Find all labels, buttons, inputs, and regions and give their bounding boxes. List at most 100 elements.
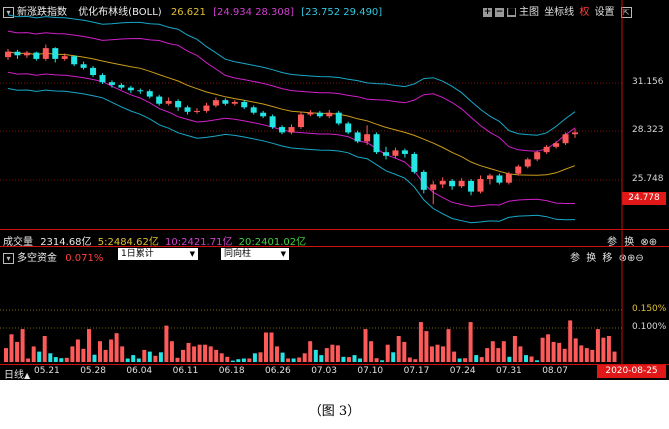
flow-bar [313, 349, 318, 362]
flow-bar [512, 336, 517, 362]
flow-bar [424, 331, 429, 362]
flow-bar [358, 358, 362, 362]
flow-bar [20, 329, 25, 362]
flow-bar [490, 341, 495, 362]
flow-bar [595, 329, 600, 362]
candle-body [241, 101, 248, 108]
stock-chart-window: ▾ 新涨跌指数 优化布林线(BOLL) 26.621 [24.934 28.308… [0, 0, 669, 380]
flow-bar [474, 355, 479, 362]
candle-body [5, 51, 11, 58]
candle-body [477, 179, 484, 192]
flow-bar [529, 356, 534, 362]
flow-bar [142, 349, 147, 362]
candle-body [505, 173, 512, 183]
flow-bar [70, 346, 75, 362]
flow-bar [125, 358, 130, 362]
candle-body [279, 127, 286, 133]
flow-bar [252, 353, 257, 362]
flow-bar [59, 358, 64, 362]
candle-body [146, 91, 153, 97]
flow-bar [612, 351, 617, 362]
candle-body [562, 134, 569, 144]
flow-bar [136, 358, 141, 362]
flow-bar [98, 341, 102, 362]
flow-bar [441, 346, 445, 362]
flow-bar [319, 355, 324, 362]
flow-bar [584, 348, 589, 362]
flow-bar [291, 358, 296, 362]
flow-bar [297, 357, 302, 362]
candle-body [14, 51, 21, 56]
flow-bar [258, 352, 263, 362]
flow-bar [48, 353, 53, 362]
candle-body [52, 48, 59, 59]
flow-bar [463, 358, 468, 362]
candle-body [42, 48, 49, 59]
flow-bar [302, 353, 307, 362]
candle-body [326, 112, 333, 117]
figure-caption: （图 3） [308, 404, 361, 419]
flow-bar [247, 358, 252, 362]
flow-bar [601, 337, 606, 362]
flow-bar [524, 355, 528, 362]
flow-bar [280, 352, 285, 362]
flow-bar [468, 322, 473, 362]
flow-bar [391, 352, 396, 362]
flow-bar [324, 348, 329, 362]
candle-body [392, 150, 399, 156]
flow-bar [53, 357, 58, 362]
candle-body [90, 67, 97, 76]
candle-body [496, 175, 503, 183]
candle-body [420, 171, 427, 190]
flow-bar [413, 359, 418, 362]
flow-bar [485, 348, 490, 362]
candle-body [184, 107, 191, 112]
flow-bar [551, 341, 556, 362]
flow-bar [175, 357, 180, 362]
flow-bar [236, 359, 241, 362]
flow-bar [402, 341, 407, 362]
flow-bar [9, 334, 14, 362]
flow-bar [92, 354, 97, 362]
flow-bar [75, 339, 80, 362]
flow-bar [219, 353, 224, 362]
flow-bar [275, 346, 279, 362]
candle-body [364, 134, 371, 142]
candle-body [203, 105, 210, 111]
flow-bar [496, 348, 501, 362]
flow-bar [407, 357, 412, 362]
candle-body [553, 143, 560, 147]
flow-bar [429, 346, 434, 362]
flow-bar [579, 345, 584, 362]
flow-bar [374, 358, 379, 362]
flow-bar [369, 341, 374, 362]
candle-body [165, 101, 172, 104]
flow-bar [4, 348, 8, 362]
candle-body [307, 112, 314, 115]
flow-bar [546, 334, 551, 362]
flow-bar [286, 358, 291, 362]
candle-body [80, 64, 87, 68]
flow-bar [518, 346, 523, 362]
candle-body [108, 82, 115, 85]
candle-body [449, 180, 456, 187]
candle-body [534, 152, 541, 160]
flow-bar [164, 325, 169, 362]
flow-bar [120, 346, 125, 362]
candle-body [71, 56, 78, 65]
chart-canvas[interactable] [0, 0, 669, 380]
flow-bar [452, 351, 457, 362]
flow-bar [446, 329, 451, 362]
candle-body [194, 110, 200, 112]
flow-bar [435, 344, 440, 362]
candle-body [373, 134, 380, 153]
candle-body [23, 52, 30, 56]
candle-body [231, 101, 238, 104]
flow-bar [507, 356, 512, 362]
flow-bar [147, 351, 152, 362]
flow-bar [15, 341, 20, 362]
flow-bar [573, 338, 578, 362]
candle-body [458, 180, 465, 187]
candle-body [524, 159, 531, 167]
flow-bar [186, 342, 191, 362]
